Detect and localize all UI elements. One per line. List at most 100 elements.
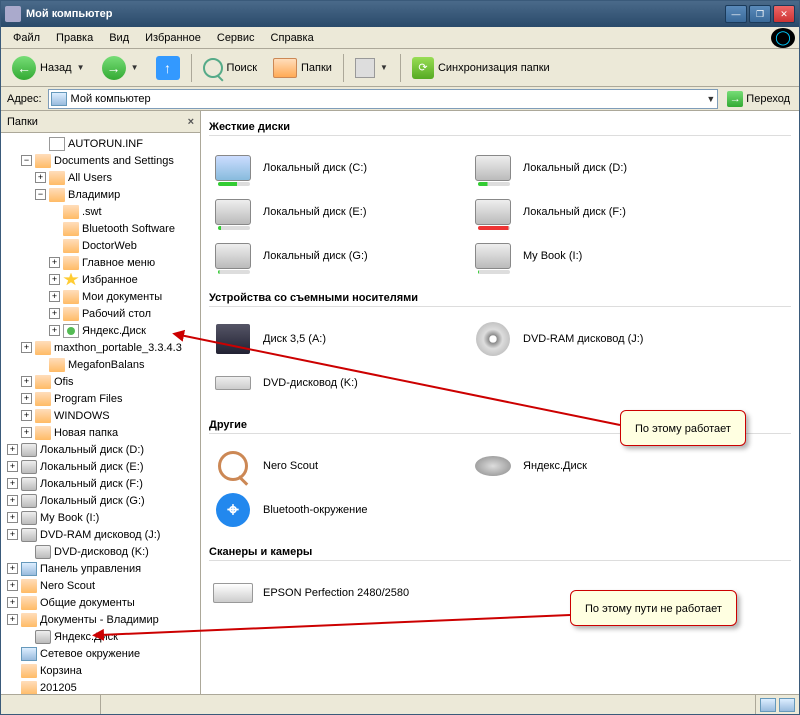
expand-icon[interactable]: +	[21, 410, 32, 421]
expand-icon[interactable]: +	[7, 614, 18, 625]
folder-tree-pane: Папки × AUTORUN.INF −Documents and Setti…	[1, 111, 201, 694]
menu-file[interactable]: Файл	[5, 30, 48, 46]
menu-favorites[interactable]: Избранное	[137, 30, 209, 46]
expand-icon[interactable]: +	[7, 495, 18, 506]
forward-dropdown-icon[interactable]: ▼	[130, 56, 140, 80]
tree-item[interactable]: +Главное меню	[1, 254, 200, 271]
search-button[interactable]: Поиск	[196, 52, 264, 84]
tree-item-yandex-2[interactable]: Яндекс.Диск	[1, 628, 200, 645]
collapse-icon[interactable]: −	[21, 155, 32, 166]
tree-item[interactable]: +Program Files	[1, 390, 200, 407]
tree-item[interactable]: +DVD-RAM дисковод (J:)	[1, 526, 200, 543]
toolbar: ← Назад ▼ → ▼ ↑ Поиск Папки ▼ ⟳ Синхрони…	[1, 49, 799, 87]
expand-icon[interactable]: +	[49, 291, 60, 302]
tree-item[interactable]: Bluetooth Software	[1, 220, 200, 237]
drive-e[interactable]: Локальный диск (E:)	[209, 190, 429, 234]
tree-item[interactable]: +Локальный диск (E:)	[1, 458, 200, 475]
sidebar-close-button[interactable]: ×	[188, 116, 194, 128]
expand-icon[interactable]: +	[7, 597, 18, 608]
address-input[interactable]: Мой компьютер ▼	[48, 89, 719, 109]
tree-item[interactable]: +Панель управления	[1, 560, 200, 577]
tree-item[interactable]: −Documents and Settings	[1, 152, 200, 169]
titlebar[interactable]: Мой компьютер — ❐ ✕	[1, 1, 799, 27]
views-dropdown-icon[interactable]: ▼	[379, 56, 389, 80]
drive-dvdram[interactable]: DVD-RAM дисковод (J:)	[469, 317, 689, 361]
item-scanner[interactable]: EPSON Perfection 2480/2580	[209, 571, 429, 615]
tree-item-yandex-1[interactable]: +Яндекс.Диск	[1, 322, 200, 339]
tree-item[interactable]: +WINDOWS	[1, 407, 200, 424]
tree-item[interactable]: Сетевое окружение	[1, 645, 200, 662]
expand-icon[interactable]: +	[49, 308, 60, 319]
expand-icon[interactable]: +	[21, 427, 32, 438]
folder-tree[interactable]: AUTORUN.INF −Documents and Settings +All…	[1, 133, 200, 694]
forward-button[interactable]: → ▼	[95, 52, 147, 84]
expand-icon[interactable]: +	[7, 563, 18, 574]
tree-item[interactable]: .swt	[1, 203, 200, 220]
up-button[interactable]: ↑	[149, 52, 187, 84]
drive-i[interactable]: My Book (I:)	[469, 234, 689, 278]
expand-icon[interactable]: +	[21, 376, 32, 387]
tree-item[interactable]: DVD-дисковод (K:)	[1, 543, 200, 560]
status-icon	[760, 698, 776, 712]
menu-view[interactable]: Вид	[101, 30, 137, 46]
expand-icon[interactable]: +	[7, 461, 18, 472]
folder-icon	[35, 154, 51, 168]
tree-item[interactable]: +Локальный диск (D:)	[1, 441, 200, 458]
tree-item[interactable]: +Локальный диск (G:)	[1, 492, 200, 509]
collapse-icon[interactable]: −	[35, 189, 46, 200]
item-bluetooth[interactable]: ⌖Bluetooth-окружение	[209, 488, 429, 532]
expand-icon[interactable]: +	[21, 393, 32, 404]
tree-item[interactable]: +Мои документы	[1, 288, 200, 305]
expand-icon[interactable]: +	[7, 512, 18, 523]
expand-icon[interactable]: +	[49, 257, 60, 268]
tree-item[interactable]: +Локальный диск (F:)	[1, 475, 200, 492]
tree-item[interactable]: AUTORUN.INF	[1, 135, 200, 152]
drive-f[interactable]: Локальный диск (F:)	[469, 190, 689, 234]
expand-icon[interactable]: +	[7, 529, 18, 540]
tree-item[interactable]: MegafonBalans	[1, 356, 200, 373]
tree-item[interactable]: +My Book (I:)	[1, 509, 200, 526]
expand-icon[interactable]: +	[7, 444, 18, 455]
menu-service[interactable]: Сервис	[209, 30, 263, 46]
drive-floppy[interactable]: Диск 3,5 (A:)	[209, 317, 429, 361]
drive-c[interactable]: Локальный диск (C:)	[209, 146, 429, 190]
expand-icon[interactable]: +	[35, 172, 46, 183]
menu-help[interactable]: Справка	[263, 30, 322, 46]
tree-item[interactable]: −Владимир	[1, 186, 200, 203]
tree-item[interactable]: Корзина	[1, 662, 200, 679]
drive-dvdk[interactable]: DVD-дисковод (K:)	[209, 361, 429, 405]
item-yandex[interactable]: Яндекс.Диск	[469, 444, 689, 488]
expand-icon[interactable]: +	[7, 580, 18, 591]
item-nero[interactable]: Nero Scout	[209, 444, 429, 488]
tree-item[interactable]: +Ofis	[1, 373, 200, 390]
minimize-button[interactable]: —	[725, 5, 747, 23]
menu-edit[interactable]: Правка	[48, 30, 101, 46]
go-button[interactable]: → Переход	[722, 89, 795, 109]
views-button[interactable]: ▼	[348, 52, 396, 84]
drive-d[interactable]: Локальный диск (D:)	[469, 146, 689, 190]
drive-g[interactable]: Локальный диск (G:)	[209, 234, 429, 278]
tree-item[interactable]: +maxthon_portable_3.3.4.3	[1, 339, 200, 356]
expand-icon[interactable]: +	[49, 325, 60, 336]
tree-item[interactable]: +Избранное	[1, 271, 200, 288]
address-dropdown-icon[interactable]: ▼	[706, 94, 715, 104]
tree-item[interactable]: +Общие документы	[1, 594, 200, 611]
tree-item[interactable]: +Документы - Владимир	[1, 611, 200, 628]
tree-item[interactable]: +All Users	[1, 169, 200, 186]
expand-icon[interactable]: +	[7, 478, 18, 489]
address-value: Мой компьютер	[71, 93, 151, 105]
tree-item[interactable]: 201205	[1, 679, 200, 694]
sync-button[interactable]: ⟳ Синхронизация папки	[405, 52, 557, 84]
tree-item[interactable]: +Рабочий стол	[1, 305, 200, 322]
back-button[interactable]: ← Назад ▼	[5, 52, 93, 84]
close-button[interactable]: ✕	[773, 5, 795, 23]
tree-item[interactable]: +Новая папка	[1, 424, 200, 441]
sync-label: Синхронизация папки	[438, 62, 550, 74]
tree-item[interactable]: DoctorWeb	[1, 237, 200, 254]
folders-button[interactable]: Папки	[266, 52, 339, 84]
maximize-button[interactable]: ❐	[749, 5, 771, 23]
back-dropdown-icon[interactable]: ▼	[76, 56, 86, 80]
expand-icon[interactable]: +	[21, 342, 32, 353]
tree-item[interactable]: +Nero Scout	[1, 577, 200, 594]
expand-icon[interactable]: +	[49, 274, 60, 285]
